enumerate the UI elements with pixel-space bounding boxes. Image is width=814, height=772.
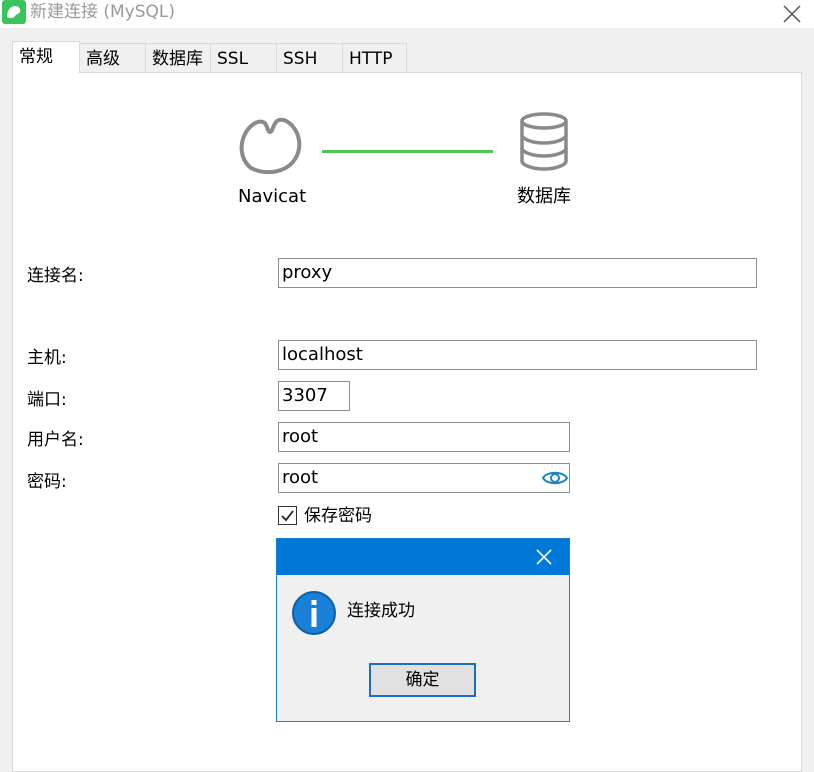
save-password-label: 保存密码 (304, 506, 372, 526)
tab-ssh[interactable]: SSH (276, 43, 343, 73)
connection-name-input[interactable]: proxy (278, 258, 757, 288)
close-icon[interactable] (780, 2, 804, 26)
tab-ssl[interactable]: SSL (210, 43, 277, 73)
dialog-message: 连接成功 (347, 601, 415, 621)
tab-databases[interactable]: 数据库 (145, 43, 211, 73)
navicat-logo-icon (237, 110, 303, 180)
navicat-app-icon (2, 0, 26, 24)
tab-advanced[interactable]: 高级 (79, 43, 146, 73)
info-icon (291, 590, 337, 640)
window-titlebar: 新建连接 (MySQL) (0, 0, 814, 28)
username-label: 用户名: (27, 430, 84, 450)
port-label: 端口: (27, 390, 67, 410)
window-title: 新建连接 (MySQL) (30, 2, 176, 22)
tab-general[interactable]: 常规 (12, 41, 80, 73)
show-password-eye-icon[interactable] (541, 468, 569, 492)
ok-button[interactable]: 确定 (369, 663, 476, 697)
database-icon (518, 112, 570, 176)
connection-name-label: 连接名: (27, 266, 84, 286)
password-input[interactable]: root (278, 463, 570, 493)
tab-http[interactable]: HTTP (342, 43, 407, 73)
host-label: 主机: (27, 348, 67, 368)
connection-success-dialog: 连接成功 确定 (276, 538, 570, 722)
save-password-checkbox[interactable] (278, 506, 297, 525)
username-input[interactable]: root (278, 422, 570, 452)
database-label: 数据库 (517, 186, 571, 207)
dialog-titlebar (277, 539, 569, 575)
connection-line (322, 150, 493, 153)
dialog-close-icon[interactable] (534, 547, 554, 567)
port-input[interactable]: 3307 (278, 381, 350, 411)
host-input[interactable]: localhost (278, 340, 757, 370)
password-label: 密码: (27, 472, 67, 492)
navicat-label: Navicat (238, 186, 307, 207)
